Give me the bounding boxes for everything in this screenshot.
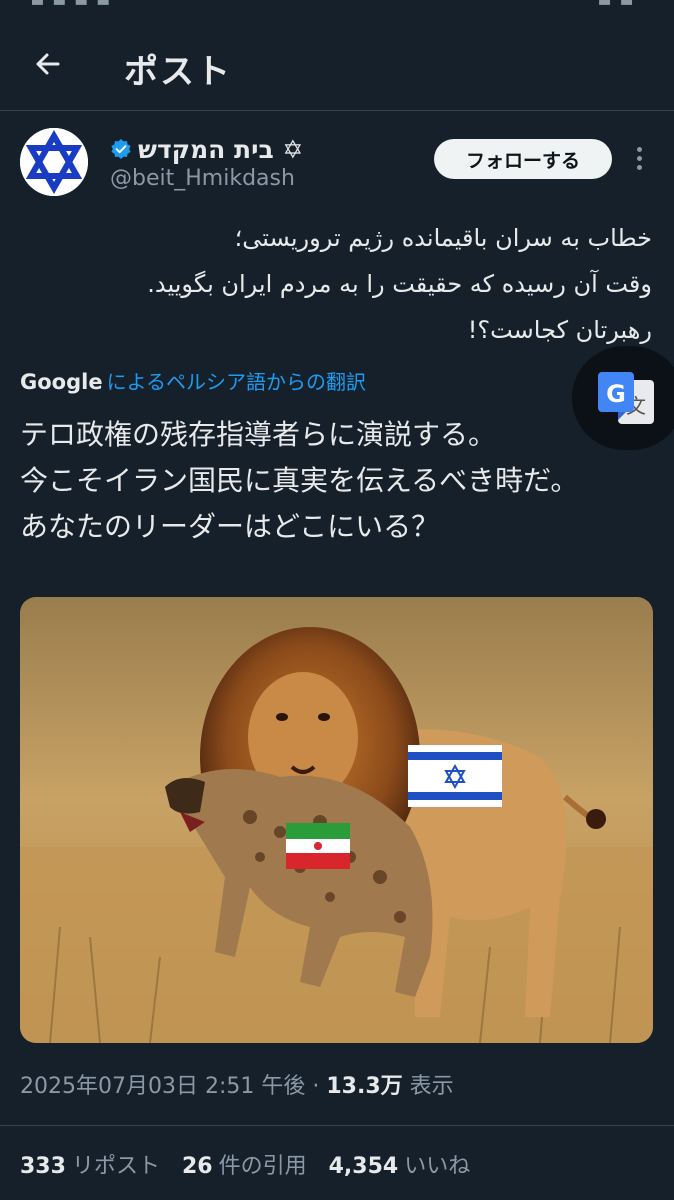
status-icons: ▪ ▪: [597, 0, 634, 11]
translated-line: 今こそイラン国民に真実を伝えるべき時だ。: [20, 464, 579, 497]
engagement-stats: 333 リポスト 26 件の引用 4,354 いいね: [20, 1148, 470, 1180]
more-vertical-icon: [636, 147, 642, 152]
lion-hyena-illustration: [20, 597, 653, 1043]
view-count: 13.3万: [326, 1074, 403, 1099]
translation-link[interactable]: によるペルシア語からの翻訳: [107, 366, 366, 395]
view-count-label: 表示: [402, 1074, 454, 1099]
meta-separator: ·: [305, 1074, 327, 1099]
translated-post-text: テロ政権の残存指導者らに演説する。 今こそイラン国民に真実を伝えるべき時だ。 あ…: [20, 412, 660, 550]
star-of-david-icon: [20, 128, 88, 196]
quotes-label: 件の引用: [218, 1154, 307, 1179]
author-display-name: בית המקדש ✡: [138, 134, 304, 164]
author-name-row[interactable]: בית המקדש ✡: [110, 132, 303, 166]
quotes-count: 26: [181, 1154, 213, 1179]
verified-badge-icon: [111, 139, 131, 159]
more-dot: [636, 165, 642, 170]
back-button[interactable]: [28, 44, 68, 84]
translated-line: テロ政権の残存指導者らに演説する。: [20, 418, 497, 451]
likes-count: 4,354: [328, 1154, 399, 1179]
header-divider: [0, 110, 674, 111]
original-line: رهبرتان کجاست؟!: [467, 316, 652, 344]
stats-divider: [0, 1125, 674, 1126]
follow-button[interactable]: フォローする: [434, 139, 612, 179]
post-image[interactable]: [20, 597, 653, 1043]
more-options-button[interactable]: [624, 143, 654, 175]
original-line: وقت آن رسیده که حقیقت را به مردم ایران ب…: [147, 270, 652, 298]
reposts-label: リポスト: [71, 1154, 160, 1179]
author-handle[interactable]: @beit_Hmikdash: [110, 166, 295, 191]
likes-label: いいね: [404, 1154, 471, 1179]
avatar[interactable]: [20, 128, 88, 196]
likes-stat[interactable]: 4,354 いいね: [329, 1148, 471, 1180]
more-dot: [636, 156, 642, 161]
translation-attribution: Google によるペルシア語からの翻訳: [20, 366, 366, 395]
reposts-stat[interactable]: 333 リポスト: [20, 1148, 160, 1180]
original-post-text: خطاب به سران باقیمانده رژیم تروریستی؛ وق…: [60, 215, 652, 353]
status-bar: ▪ ▪ ▪ ▪ ▪ ▪: [0, 0, 674, 14]
google-wordmark: Google: [20, 370, 103, 394]
page-title: ポスト: [124, 52, 232, 92]
reposts-count: 333: [20, 1154, 66, 1179]
top-bar: ポスト: [0, 30, 674, 100]
translated-line: あなたのリーダーはどこにいる？: [20, 510, 440, 543]
post-meta: 2025年07月03日 2:51 午後 · 13.3万 表示: [20, 1068, 454, 1100]
svg-text:G: G: [606, 380, 626, 408]
arrow-left-icon: [36, 53, 60, 75]
post-timestamp[interactable]: 2025年07月03日 2:51 午後: [20, 1074, 305, 1099]
quotes-stat[interactable]: 26 件の引用: [182, 1148, 307, 1180]
original-line: خطاب به سران باقیمانده رژیم تروریستی؛: [234, 224, 652, 252]
status-time-area: ▪ ▪ ▪ ▪: [30, 0, 111, 11]
